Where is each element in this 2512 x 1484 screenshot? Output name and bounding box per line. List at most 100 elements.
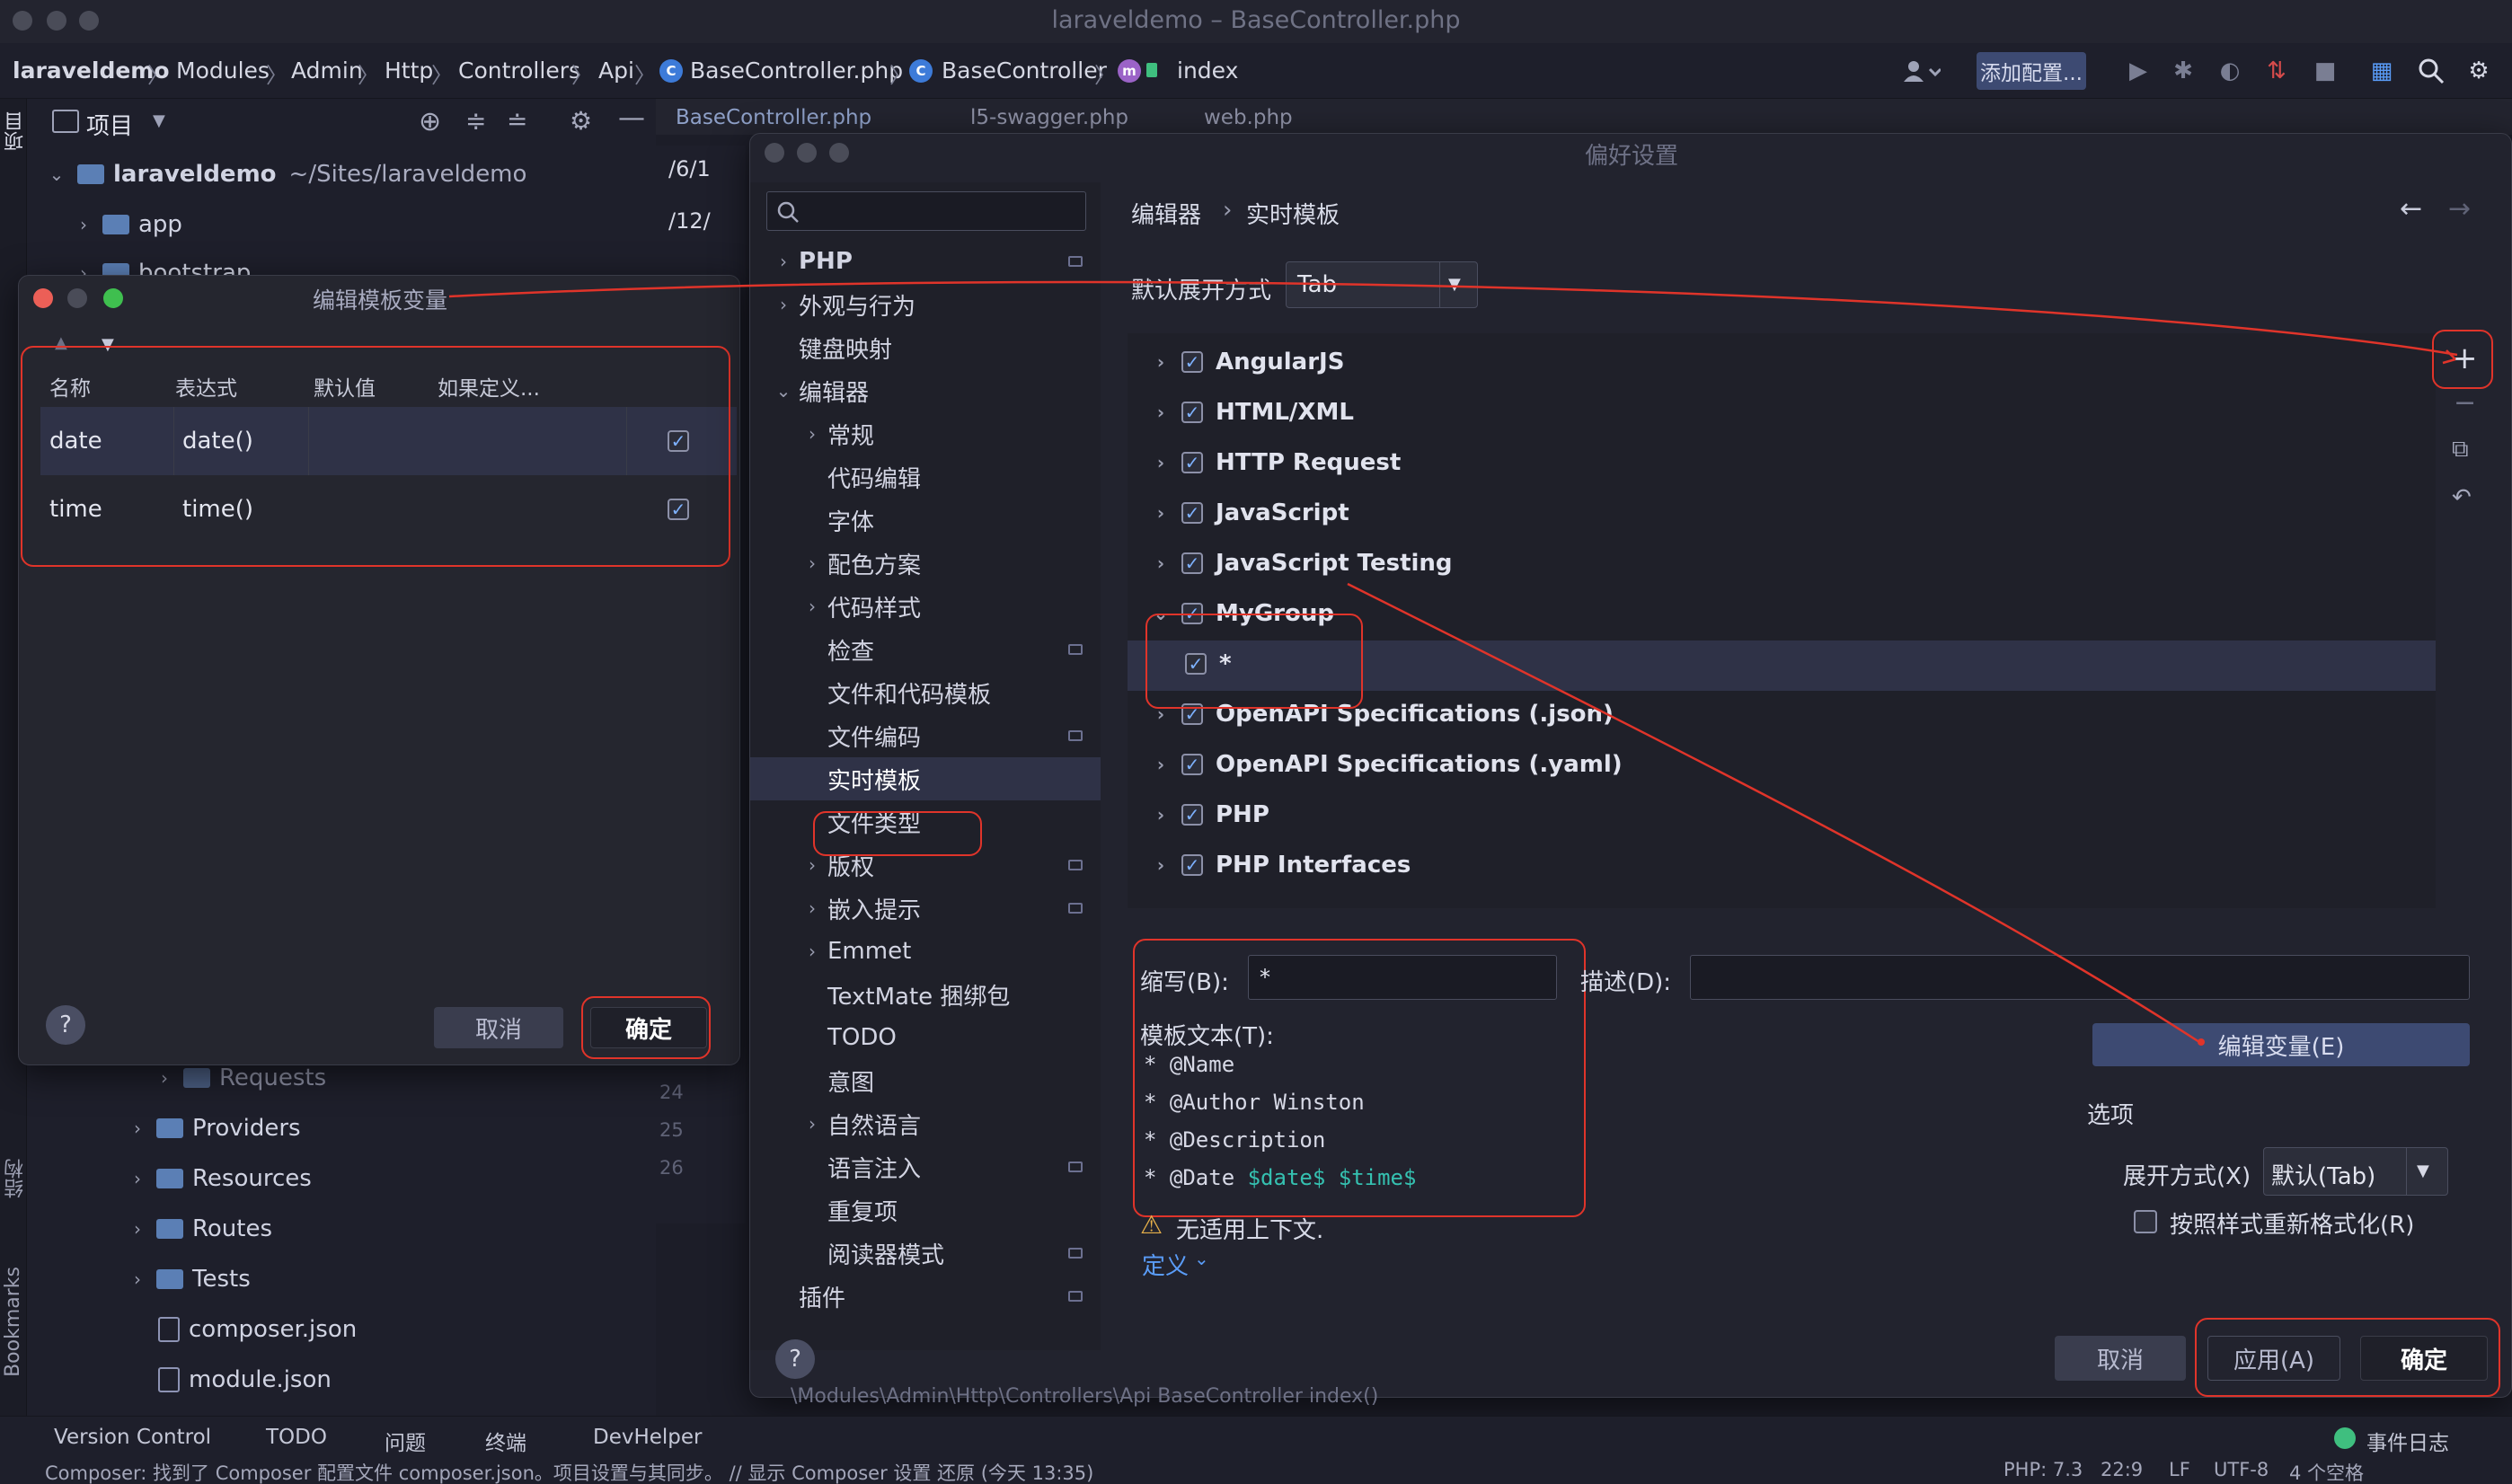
define-context-link[interactable]: 定义 [1142, 1248, 1189, 1281]
breadcrumb-item[interactable]: index [1177, 57, 1238, 84]
event-log-button[interactable]: 事件日志 [2366, 1426, 2449, 1456]
settings-nav-item[interactable]: › PHP [750, 240, 1101, 283]
copy-icon[interactable]: ⧉ [2452, 436, 2469, 464]
description-input[interactable] [1690, 955, 2470, 1000]
default-expand-select[interactable]: Tab ▼ [1286, 261, 1478, 308]
add-configuration-button[interactable]: 添加配置... [1977, 52, 2086, 90]
enabled-checkbox[interactable]: ✓ [1181, 402, 1203, 423]
template-group[interactable]: › ✓ AngularJS [1149, 337, 1345, 387]
locate-icon[interactable]: ⊕ [419, 106, 441, 137]
indent-setting[interactable]: 4 个空格 [2289, 1459, 2364, 1484]
template-group[interactable]: › ✓ PHP Interfaces [1149, 840, 1411, 890]
settings-nav-item[interactable]: 字体 [750, 499, 1101, 542]
project-view-label[interactable]: 项目 [86, 108, 133, 141]
cancel-button[interactable]: 取消 [434, 1007, 563, 1048]
settings-nav-item[interactable]: 意图 [750, 1059, 1101, 1102]
tool-window-terminal[interactable]: 终端 [485, 1426, 526, 1456]
expand-all-icon[interactable]: ≑ [465, 106, 486, 136]
restore-icon[interactable]: ↶ [2452, 484, 2472, 511]
tool-window-devhelper[interactable]: DevHelper [593, 1426, 703, 1449]
chevron-right-icon[interactable]: › [1149, 351, 1172, 373]
breadcrumb-item[interactable]: Modules [176, 57, 270, 84]
gear-icon[interactable]: ⚙ [570, 106, 592, 136]
settings-nav-item[interactable]: 插件 [750, 1275, 1101, 1318]
collapse-all-icon[interactable]: ≐ [507, 106, 527, 136]
chevron-right-icon[interactable]: › [1149, 552, 1172, 574]
breadcrumb-item[interactable]: Controllers [458, 57, 580, 84]
template-group[interactable]: › ✓ PHP [1149, 790, 1269, 840]
settings-nav-item[interactable]: › Emmet [750, 930, 1101, 973]
php-version[interactable]: PHP: 7.3 [2003, 1459, 2083, 1480]
hide-panel-icon[interactable]: — [618, 102, 645, 134]
settings-nav-item[interactable]: 代码编辑 [750, 455, 1101, 499]
settings-nav-item[interactable]: 阅读器模式 [750, 1232, 1101, 1275]
cancel-button[interactable]: 取消 [2055, 1336, 2186, 1381]
settings-search-input[interactable] [766, 191, 1086, 231]
settings-nav-item[interactable]: ⌄ 编辑器 [750, 369, 1101, 412]
breadcrumb-editor[interactable]: 编辑器 [1131, 197, 1201, 230]
back-arrow-icon[interactable]: ← [2400, 193, 2422, 225]
settings-nav-item[interactable]: › 代码样式 [750, 585, 1101, 628]
breadcrumb-item[interactable]: laraveldemo [13, 57, 170, 84]
enabled-checkbox[interactable]: ✓ [1181, 502, 1203, 524]
profiler-icon[interactable]: ⇅ [2261, 56, 2292, 86]
chevron-right-icon[interactable]: › [1149, 804, 1172, 826]
settings-nav-item[interactable]: › 配色方案 [750, 542, 1101, 585]
settings-nav-item[interactable]: TODO [750, 1016, 1101, 1059]
editor-tab[interactable]: l5-swagger.php [970, 106, 1128, 129]
chevron-down-icon[interactable]: ⌄ [1194, 1248, 1209, 1269]
settings-nav-item[interactable]: › 嵌入提示 [750, 887, 1101, 930]
settings-nav-item[interactable]: › 常规 [750, 412, 1101, 455]
breadcrumb-item[interactable]: Api [598, 57, 634, 84]
editor-tab-active[interactable]: BaseController.php [676, 106, 871, 129]
tree-item[interactable]: › Providers [126, 1105, 301, 1152]
search-icon[interactable] [2416, 56, 2446, 86]
stop-icon[interactable]: ■ [2310, 56, 2340, 86]
tool-window-todo[interactable]: TODO [266, 1426, 327, 1449]
enabled-checkbox[interactable]: ✓ [1181, 754, 1203, 775]
tree-item[interactable]: › Routes [126, 1206, 272, 1252]
editor-footer-breadcrumb[interactable]: \Modules\Admin\Http\Controllers\Api Base… [791, 1385, 1378, 1408]
editor-tab[interactable]: web.php [1204, 106, 1293, 129]
settings-nav-item[interactable]: 文件编码 [750, 714, 1101, 757]
settings-nav-item[interactable]: 文件和代码模板 [750, 671, 1101, 714]
chevron-right-icon[interactable]: › [1149, 402, 1172, 423]
edit-variables-button[interactable]: 编辑变量(E) [2092, 1023, 2470, 1066]
chevron-right-icon[interactable]: › [1149, 452, 1172, 473]
debug-icon[interactable]: ✱ [2168, 56, 2198, 86]
status-message[interactable]: Composer: 找到了 Composer 配置文件 composer.jso… [45, 1459, 1093, 1484]
breadcrumb-item[interactable]: Http [385, 57, 433, 84]
file-encoding[interactable]: UTF-8 [2214, 1459, 2269, 1480]
bookmarks-tool-tab[interactable]: Bookmarks [2, 1267, 24, 1377]
help-button[interactable]: ? [775, 1339, 815, 1379]
enabled-checkbox[interactable]: ✓ [1181, 854, 1203, 876]
template-group[interactable]: › ✓ HTML/XML [1149, 387, 1354, 437]
expand-mode-select[interactable]: 默认(Tab) ▼ [2263, 1147, 2448, 1196]
enabled-checkbox[interactable]: ✓ [1181, 351, 1203, 373]
settings-nav-item-selected[interactable]: 实时模板 [750, 757, 1101, 800]
user-menu-icon[interactable] [1894, 56, 1948, 86]
tree-item[interactable]: › Tests [126, 1256, 251, 1303]
tree-root[interactable]: ⌄ laraveldemo ~/Sites/laraveldemo [45, 151, 527, 198]
help-button[interactable]: ? [46, 1005, 85, 1045]
template-group[interactable]: › ✓ HTTP Request [1149, 437, 1401, 488]
settings-nav-item[interactable]: › 外观与行为 [750, 283, 1101, 326]
tree-item[interactable]: composer.json [158, 1306, 357, 1353]
tool-window-version-control[interactable]: Version Control [54, 1426, 211, 1449]
template-group[interactable]: › ✓ JavaScript Testing [1149, 538, 1453, 588]
forward-arrow-icon[interactable]: → [2448, 193, 2471, 225]
settings-gear-icon[interactable]: ⚙ [2463, 56, 2494, 86]
diagram-icon[interactable]: ▦ [2366, 56, 2397, 86]
remove-icon[interactable]: − [2454, 387, 2476, 419]
search-hit[interactable]: /6/1 [668, 156, 711, 181]
chevron-right-icon[interactable]: › [1149, 754, 1172, 775]
settings-nav-item[interactable]: 语言注入 [750, 1145, 1101, 1188]
settings-nav-item[interactable]: TextMate 捆绑包 [750, 973, 1101, 1016]
tree-item[interactable]: › app [72, 201, 182, 248]
settings-nav-item[interactable]: 检查 [750, 628, 1101, 671]
breadcrumb-item[interactable]: Admin [291, 57, 363, 84]
abbreviation-input[interactable]: * [1248, 955, 1557, 1000]
chevron-right-icon[interactable]: › [1149, 854, 1172, 876]
tool-window-problems[interactable]: 问题 [385, 1426, 426, 1456]
enabled-checkbox[interactable]: ✓ [1181, 552, 1203, 574]
